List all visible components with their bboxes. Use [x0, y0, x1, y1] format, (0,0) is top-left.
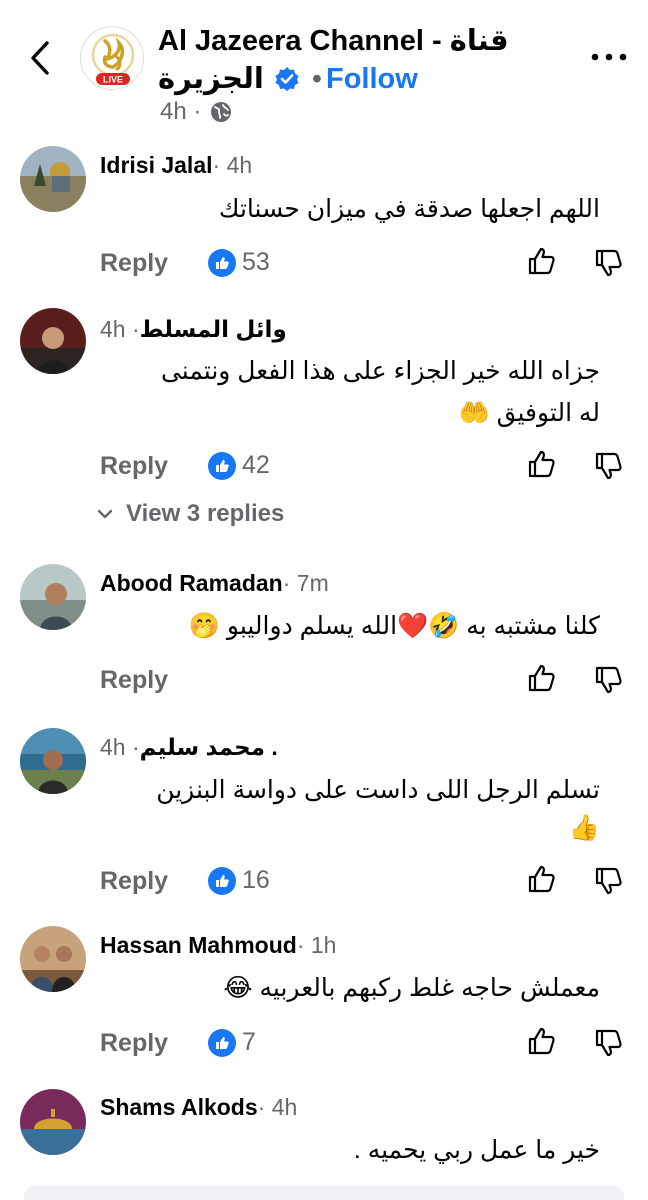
like-count: 42	[208, 451, 270, 480]
reply-button[interactable]: Reply	[100, 452, 168, 481]
comment-time: · 4h	[212, 152, 253, 178]
verified-badge-icon	[275, 67, 299, 91]
like-badge-icon	[208, 1028, 236, 1057]
comment-text: اللهم اجعلها صدقة في ميزان حسناتك	[218, 195, 600, 223]
comment-composer-edge[interactable]	[24, 1186, 624, 1200]
live-badge: LIVE	[103, 75, 123, 85]
thumbs-up-icon[interactable]	[527, 663, 557, 693]
reply-button[interactable]: Reply	[100, 1029, 168, 1058]
avatar[interactable]	[20, 1089, 86, 1155]
like-count: 53	[208, 248, 270, 277]
like-count: 16	[208, 866, 270, 895]
comment-author[interactable]: Hassan Mahmoud	[100, 930, 297, 960]
post-meta: 4h ·	[160, 98, 233, 126]
like-count: 7	[208, 1028, 256, 1057]
comment-header: 4h · محمد سليم .	[100, 732, 278, 762]
chevron-down-icon	[97, 509, 113, 519]
thumbs-down-icon[interactable]	[594, 1028, 624, 1058]
comment-time: 4h ·	[100, 734, 140, 760]
page-title[interactable]: Al Jazeera Channel - قناة	[158, 24, 538, 58]
reply-button[interactable]: Reply	[100, 867, 168, 896]
like-badge-icon	[208, 248, 236, 277]
comment-text: كلنا مشتبه به 🤣❤️الله يسلم دواليبو 🤭	[188, 612, 600, 640]
comment-text: تسلم الرجل اللى داست على دواسة البنزين	[156, 776, 600, 804]
thumbs-down-icon[interactable]	[594, 866, 624, 896]
comment-text: خير ما عمل ربي يحميه .	[353, 1136, 600, 1164]
thumbs-up-icon[interactable]	[527, 246, 557, 276]
avatar[interactable]	[20, 728, 86, 794]
globe-icon	[211, 102, 232, 122]
more-options-button[interactable]	[588, 42, 630, 72]
comment-author[interactable]: محمد سليم .	[140, 732, 278, 762]
like-number: 7	[242, 1028, 256, 1056]
like-number: 53	[242, 248, 270, 276]
page-title-arabic[interactable]: الجزيرة	[158, 61, 264, 97]
comment-header: Idrisi Jalal · 4h	[100, 150, 252, 180]
comment-text: جزاه الله خير الجزاء على هذا الفعل ونتمن…	[160, 357, 600, 385]
chevron-left-icon	[31, 41, 49, 75]
follow-button[interactable]: Follow	[326, 63, 418, 95]
comment-author[interactable]: وائل المسلط	[140, 314, 287, 344]
comment-text-line2: له التوفيق 🤲	[458, 399, 600, 427]
like-number: 42	[242, 451, 270, 479]
comment-time: 4h ·	[100, 316, 140, 342]
like-badge-icon	[208, 866, 236, 895]
comment-time: · 4h	[257, 1094, 298, 1120]
comment-author[interactable]: Abood Ramadan	[100, 568, 283, 598]
thumbs-up-icon[interactable]	[527, 1026, 557, 1056]
comment-author[interactable]: Shams Alkods	[100, 1092, 258, 1122]
back-button[interactable]	[22, 38, 58, 78]
comment-text: معملش حاجه غلط ركبهم بالعربيه 😂	[223, 974, 600, 1002]
comment-time: · 7m	[282, 570, 329, 596]
page-title-line2: الجزيرة • Follow	[158, 61, 418, 97]
more-icon	[591, 53, 627, 61]
view-replies-button[interactable]: View 3 replies	[96, 500, 284, 528]
reply-button[interactable]: Reply	[100, 249, 168, 278]
comment-text-line2: 👍	[568, 814, 600, 842]
like-number: 16	[242, 866, 270, 894]
thumbs-down-icon[interactable]	[594, 248, 624, 278]
page-logo[interactable]: LIVE	[80, 26, 144, 90]
comment-author[interactable]: Idrisi Jalal	[100, 150, 213, 180]
reply-button[interactable]: Reply	[100, 666, 168, 695]
comment-header: Abood Ramadan · 7m	[100, 568, 329, 598]
avatar[interactable]	[20, 146, 86, 212]
thumbs-down-icon[interactable]	[594, 665, 624, 695]
comment-time: · 1h	[296, 932, 337, 958]
thumbs-down-icon[interactable]	[594, 451, 624, 481]
separator-dot: •	[311, 63, 322, 95]
comment-header: Hassan Mahmoud · 1h	[100, 930, 336, 960]
comment-header: Shams Alkods · 4h	[100, 1092, 297, 1122]
comment-header: 4h · وائل المسلط	[100, 314, 287, 344]
avatar[interactable]	[20, 926, 86, 992]
avatar[interactable]	[20, 564, 86, 630]
post-time: 4h ·	[160, 98, 202, 125]
avatar[interactable]	[20, 308, 86, 374]
page-header: LIVE Al Jazeera Channel - قناة الجزيرة •…	[0, 0, 648, 140]
like-badge-icon	[208, 451, 236, 480]
thumbs-up-icon[interactable]	[527, 449, 557, 479]
view-replies-label: View 3 replies	[126, 500, 285, 527]
thumbs-up-icon[interactable]	[527, 864, 557, 894]
